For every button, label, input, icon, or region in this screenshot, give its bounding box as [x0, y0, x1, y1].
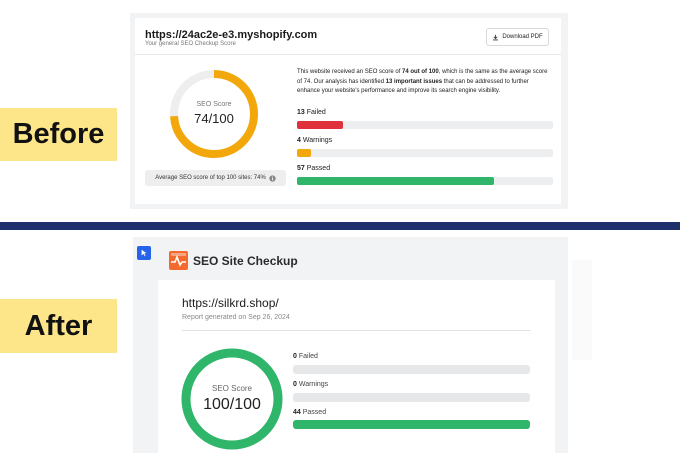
- background-strip: [572, 260, 592, 360]
- download-pdf-label: Download PDF: [502, 34, 543, 40]
- before-description: This website received an SEO score of 74…: [297, 68, 552, 97]
- before-failed-bar: [297, 121, 553, 129]
- section-divider: [0, 222, 680, 230]
- brand-title: SEO Site Checkup: [193, 254, 298, 268]
- desc-score-bold: 74 out of 100: [402, 69, 439, 75]
- info-icon[interactable]: [269, 174, 276, 182]
- before-failed-fill: [297, 121, 344, 129]
- download-icon: [493, 34, 499, 40]
- before-score-value: 74/100: [194, 111, 234, 126]
- before-subtitle: Your general SEO Checkup Score: [145, 41, 236, 47]
- after-failed-bar: [293, 365, 530, 374]
- cursor-arrow-icon[interactable]: [137, 246, 151, 260]
- before-warnings-label: 4 Warnings: [297, 137, 333, 144]
- desc-part: This website received an SEO score of: [297, 69, 403, 75]
- after-warnings-label: 0 Warnings: [293, 381, 329, 388]
- pulse-logo-icon: [169, 251, 188, 270]
- download-pdf-button[interactable]: Download PDF: [486, 28, 549, 46]
- after-passed-bar: [293, 420, 530, 429]
- before-failed-label: 13 Failed: [297, 109, 326, 116]
- before-warnings-bar: [297, 149, 553, 157]
- after-passed-fill: [293, 420, 530, 429]
- after-score-value: 100/100: [203, 396, 261, 413]
- before-tag: Before: [0, 108, 117, 161]
- after-site-url: https://silkrd.shop/: [182, 296, 279, 310]
- before-site-url: https://24ac2e-e3.myshopify.com: [145, 29, 318, 41]
- after-warnings-bar: [293, 393, 530, 402]
- after-tag: After: [0, 299, 117, 353]
- average-score-chip: Average SEO score of top 100 sites: 74%: [145, 170, 286, 186]
- after-header-divider: [182, 330, 531, 331]
- average-score-text: Average SEO score of top 100 sites: 74%: [155, 175, 266, 181]
- before-score-label: SEO Score: [196, 101, 232, 108]
- before-passed-label: 57 Passed: [297, 165, 331, 172]
- after-subtitle: Report generated on Sep 26, 2024: [182, 314, 290, 321]
- after-score-label: SEO Score: [211, 384, 252, 393]
- before-passed-bar: [297, 177, 553, 185]
- before-report-panel: https://24ac2e-e3.myshopify.com Your gen…: [130, 13, 568, 209]
- desc-issues-bold: 13 important issues: [385, 78, 443, 85]
- before-header-divider: [135, 54, 561, 55]
- after-passed-label: 44 Passed: [293, 409, 327, 416]
- after-failed-label: 0 Failed: [293, 353, 318, 360]
- comparison-graphic: Before After https://24ac2e-e3.myshopify…: [0, 0, 680, 453]
- before-passed-fill: [297, 177, 495, 185]
- before-warnings-fill: [297, 149, 312, 157]
